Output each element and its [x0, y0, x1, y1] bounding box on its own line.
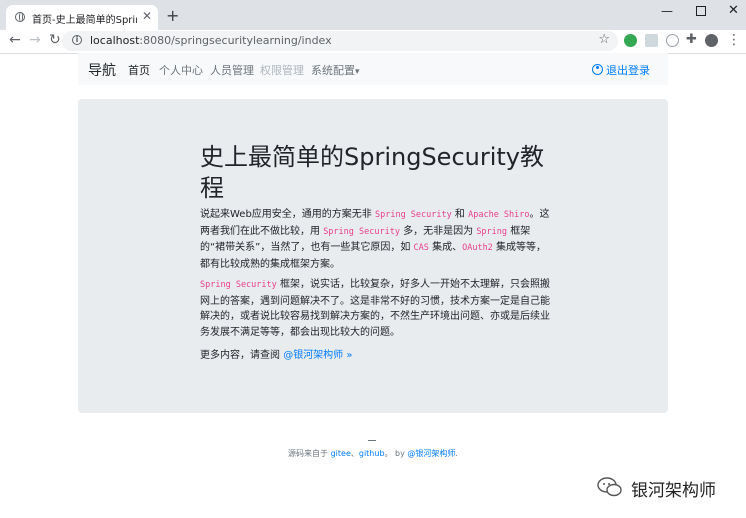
url-text: localhost:8080/springsecuritylearning/in…: [90, 34, 332, 47]
new-tab-button[interactable]: +: [166, 6, 179, 25]
extension-y-icon[interactable]: [666, 34, 679, 47]
jumbotron: 史上最简单的SpringSecurity教程 说起来Web应用安全，通用的方案无…: [78, 99, 668, 413]
wechat-icon: [597, 477, 622, 497]
forward-arrow-icon[interactable]: →: [29, 32, 41, 48]
tab-close-icon[interactable]: ✕: [142, 9, 152, 23]
author-footer-link[interactable]: @银河架构师: [407, 449, 455, 458]
user-circle-icon: [592, 64, 603, 75]
profile-avatar-icon[interactable]: [705, 34, 718, 47]
page-title: 史上最简单的SpringSecurity教程: [200, 143, 545, 202]
minimize-button[interactable]: —: [661, 4, 673, 18]
footer-divider: [368, 440, 376, 441]
extensions-puzzle-icon[interactable]: ✚: [686, 32, 697, 47]
tab-title: 首页-史上最简单的SpringSecurity教程: [32, 15, 137, 26]
nav-item-user-management[interactable]: 人员管理: [210, 62, 254, 78]
menu-dots-icon[interactable]: ⋮: [727, 32, 741, 48]
back-arrow-icon[interactable]: ←: [9, 32, 21, 48]
browser-tab[interactable]: 首页-史上最简单的SpringSecurity教程 ✕: [6, 5, 158, 30]
gitee-link[interactable]: gitee: [331, 449, 351, 458]
nav-item-system-config[interactable]: 系统配置▾: [311, 62, 360, 78]
browser-toolbar: ← → ↻ i localhost:8080/springsecuritylea…: [0, 30, 746, 54]
more-info-line: 更多内容，请查阅 @银河架构师 »: [200, 350, 353, 361]
chevron-down-icon: ▾: [355, 67, 360, 77]
globe-icon: [15, 12, 25, 22]
navbar-brand[interactable]: 导航: [88, 60, 116, 80]
security-paragraph: Spring Security 框架，说实话，比较复杂，好多人一开始不太理解，只…: [200, 279, 550, 338]
extension-gray-icon[interactable]: [645, 34, 658, 47]
info-icon[interactable]: i: [72, 35, 82, 45]
logout-button[interactable]: 退出登录: [592, 62, 650, 78]
watermark-text: 银河架构师: [631, 481, 716, 501]
address-bar[interactable]: i localhost:8080/springsecuritylearning/…: [62, 31, 618, 51]
maximize-button[interactable]: [696, 2, 706, 19]
intro-paragraph: 说起来Web应用安全，通用的方案无非 Spring Security 和 Apa…: [200, 209, 550, 270]
nav-item-home[interactable]: 首页: [128, 62, 150, 78]
bookmark-star-icon[interactable]: ☆: [598, 32, 610, 47]
reload-icon[interactable]: ↻: [49, 32, 61, 48]
extension-check-icon[interactable]: [624, 34, 637, 47]
github-link[interactable]: github: [359, 449, 385, 458]
nav-item-permission-management: 权限管理: [260, 64, 304, 77]
author-link[interactable]: @银河架构师 »: [283, 350, 352, 361]
nav-item-profile[interactable]: 个人中心: [159, 62, 203, 78]
footer-text: 源码来自于 gitee、github。 by @银河架构师.: [288, 449, 458, 458]
close-window-button[interactable]: ✕: [728, 3, 739, 18]
site-navbar: 导航 首页 个人中心 人员管理 权限管理 系统配置▾ 退出登录: [78, 53, 668, 85]
wechat-watermark: 银河架构师: [597, 476, 737, 501]
